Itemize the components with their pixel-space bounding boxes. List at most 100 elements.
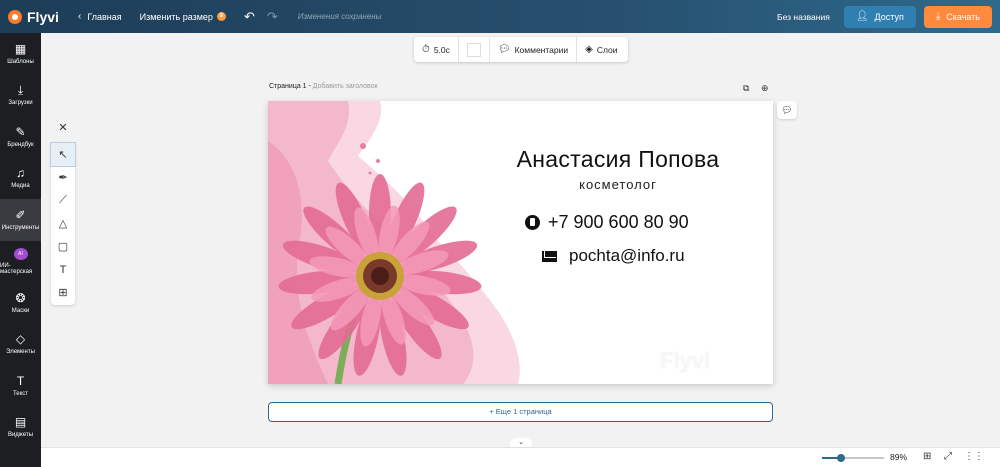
watermark: Flyvi [660, 348, 711, 373]
line-icon: ⟋ [59, 194, 67, 206]
chevron-left-icon: ‹ [78, 11, 82, 22]
widgets-icon: ▤ [14, 415, 27, 430]
card-role[interactable]: косметолог [498, 177, 738, 192]
brush-icon: ✎ [15, 124, 26, 139]
add-page-button[interactable]: + Еще 1 страница [268, 402, 773, 422]
comments-button[interactable]: 💬︎ Комментарии [490, 37, 578, 62]
bottom-bar: 89% ⊞ ⤢ ⋮⋮ [41, 447, 1000, 467]
table-tool[interactable]: ⊞ [51, 281, 75, 304]
cursor-icon: ↖ [58, 149, 68, 161]
top-bar: Flyvi ‹ Главная Изменить размер ♛ ↶ ↷ Из… [0, 0, 1000, 33]
download-button[interactable]: ⤓ Скачать [923, 5, 992, 28]
line-tool[interactable]: ⟋ [51, 189, 75, 212]
pencil-icon: ✐ [15, 207, 26, 222]
access-button[interactable]: 👤︎ Доступ [843, 5, 916, 28]
sidebar-item-label: Текст [12, 390, 29, 397]
redo-icon[interactable]: ↷ [267, 9, 278, 25]
sticker-tool[interactable]: ▢ [51, 235, 75, 258]
sidebar-item-label: Элементы [6, 349, 35, 356]
home-label: Главная [87, 11, 122, 22]
flower-illustration[interactable] [268, 101, 773, 384]
home-button[interactable]: ‹ Главная [78, 11, 122, 22]
sticky-note-icon: ▢ [57, 241, 69, 253]
sidebar-item-templates[interactable]: ▦ Шаблоны [0, 33, 41, 75]
phone-icon [525, 215, 540, 230]
sidebar-item-media[interactable]: ♫ Медиа [0, 158, 41, 200]
zoom-slider-knob[interactable] [836, 454, 845, 462]
shapes-tool[interactable]: △ [51, 212, 75, 235]
card-email[interactable]: pochta@info.ru [542, 246, 685, 266]
access-label: Доступ [874, 11, 904, 22]
download-icon: ⤓ [935, 11, 941, 22]
background-color-control[interactable] [459, 37, 490, 62]
masks-icon: ❂ [15, 290, 26, 305]
card-name[interactable]: Анастасия Попова [498, 146, 738, 173]
sidebar-item-label: Медиа [11, 183, 30, 190]
duplicate-page-icon[interactable]: ⧉ [743, 83, 749, 94]
text-icon: T [16, 373, 25, 388]
sidebar-item-label: Маски [11, 307, 30, 314]
left-sidebar: ▦ Шаблоны ⤓ Загрузки ✎ Брендбук ♫ Медиа … [0, 33, 41, 467]
sidebar-item-label: Брендбук [7, 141, 34, 148]
layers-icon: ◈ [585, 44, 593, 55]
resize-label: Изменить размер [139, 11, 213, 22]
sidebar-item-label: Виджеты [7, 432, 34, 439]
duration-value: 5.0с [433, 44, 450, 55]
shapes-icon: △ [58, 218, 68, 230]
sidebar-item-label: Инструменты [1, 224, 40, 231]
download-label: Скачать [946, 11, 980, 22]
fullscreen-icon[interactable]: ⤢ [944, 451, 952, 462]
sidebar-item-tools[interactable]: ✐ Инструменты [0, 199, 41, 241]
page-title: Страница 1 - Добавить заголовок [269, 83, 378, 90]
media-icon: ♫ [16, 166, 25, 181]
sidebar-item-uploads[interactable]: ⤓ Загрузки [0, 75, 41, 117]
close-tools-icon[interactable]: ✕ [56, 121, 70, 135]
tools-panel: ↖ ✒ ⟋ △ ▢ T ⊞ [50, 142, 76, 305]
sidebar-item-label: Загрузки [8, 100, 33, 107]
layout-icon: ▦ [14, 41, 27, 56]
ai-icon: AI [13, 247, 28, 260]
select-tool[interactable]: ↖ [50, 142, 76, 167]
zoom-value: 89% [890, 452, 908, 462]
duration-control[interactable]: ⏱ 5.0с [414, 37, 459, 62]
shapes-icon: ◇ [15, 332, 26, 347]
user-icon: 👤︎ [855, 11, 869, 22]
text-tool[interactable]: T [51, 258, 75, 281]
sidebar-item-label: Шаблоны [7, 58, 34, 65]
pages-grid-icon[interactable]: ⋮⋮ [964, 451, 984, 462]
comments-label: Комментарии [514, 44, 569, 55]
color-swatch [466, 42, 481, 57]
add-comment-icon[interactable]: 💬︎ [777, 101, 797, 119]
sidebar-item-masks[interactable]: ❂ Маски [0, 282, 41, 324]
card-email-text: pochta@info.ru [569, 246, 685, 265]
logo-text: Flyvi [27, 8, 59, 25]
grid-view-icon[interactable]: ⊞ [923, 451, 931, 462]
timer-icon: ⏱ [422, 44, 430, 55]
pen-icon: ✒ [58, 172, 68, 184]
zoom-slider[interactable] [822, 454, 884, 462]
add-title-input[interactable]: Добавить заголовок [313, 83, 378, 90]
undo-icon[interactable]: ↶ [244, 9, 255, 25]
canvas-toolbar: ⏱ 5.0с 💬︎ Комментарии ◈ Слои [414, 37, 628, 62]
document-title[interactable]: Без названия [777, 12, 830, 22]
layers-button[interactable]: ◈ Слои [577, 37, 625, 62]
card-phone-text: +7 900 600 80 90 [548, 212, 689, 232]
sidebar-item-widgets[interactable]: ▤ Виджеты [0, 407, 41, 449]
card-phone[interactable]: +7 900 600 80 90 [525, 212, 689, 233]
add-page-icon[interactable]: ⊕ [761, 83, 769, 94]
sidebar-item-ai-workshop[interactable]: AI ИИ-мастерская [0, 241, 41, 283]
design-canvas[interactable]: Анастасия Попова косметолог +7 900 600 8… [268, 101, 773, 384]
resize-button[interactable]: Изменить размер ♛ [140, 12, 226, 22]
sidebar-item-text[interactable]: T Текст [0, 365, 41, 407]
mail-icon [542, 250, 557, 262]
upload-icon: ⤓ [17, 83, 24, 98]
page-number: Страница 1 - [269, 83, 311, 90]
logo[interactable]: Flyvi [8, 9, 78, 25]
flyvi-logo-icon [8, 9, 22, 24]
sidebar-item-label: ИИ-мастерская [0, 262, 33, 275]
text-icon: T [59, 263, 67, 276]
save-status: Изменения сохранены [297, 12, 382, 21]
sidebar-item-brandbook[interactable]: ✎ Брендбук [0, 116, 41, 158]
sidebar-item-elements[interactable]: ◇ Элементы [0, 324, 41, 366]
draw-tool[interactable]: ✒ [51, 166, 75, 189]
